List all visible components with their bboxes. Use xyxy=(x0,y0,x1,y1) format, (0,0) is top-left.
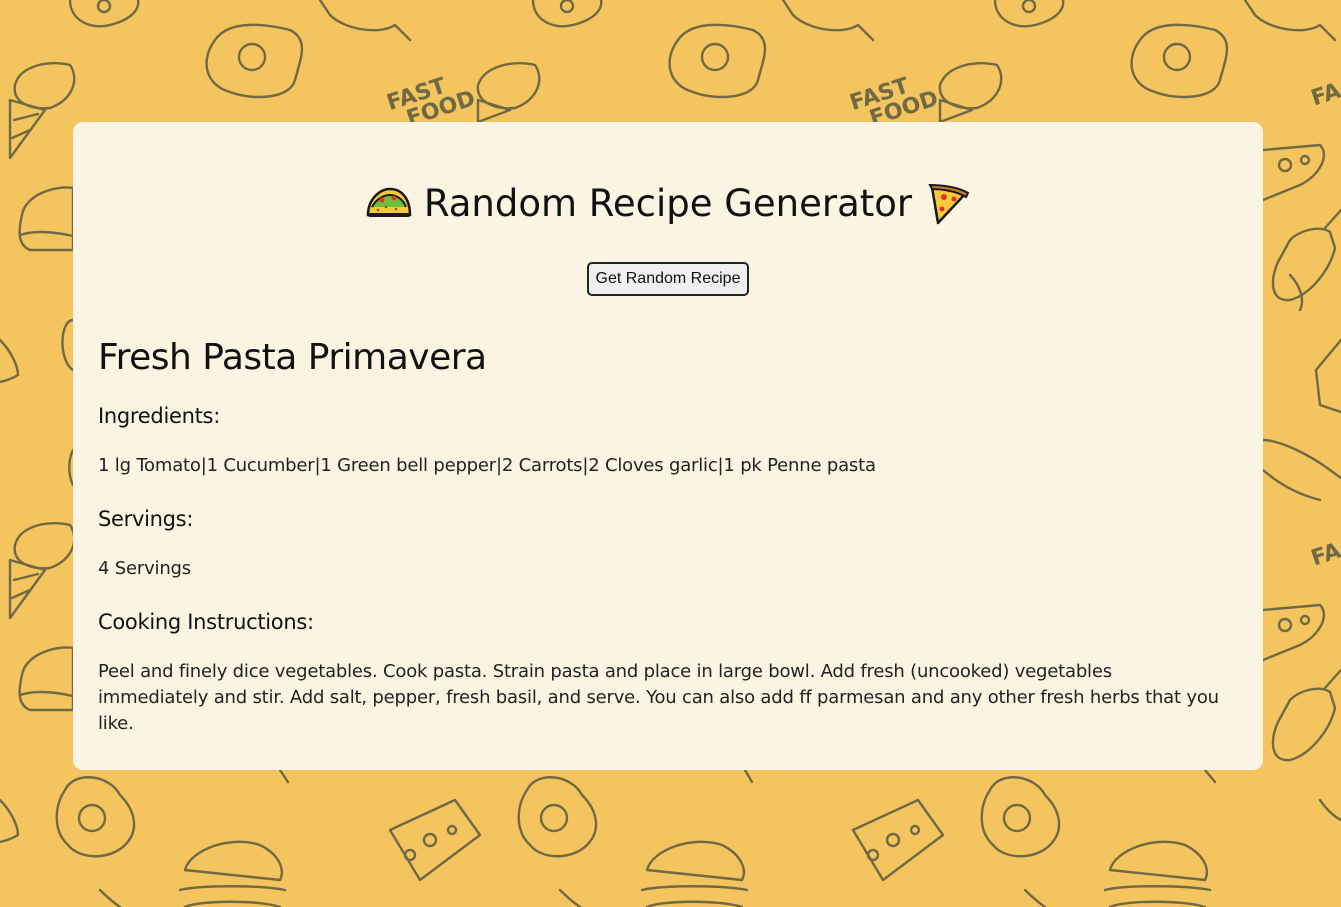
fried-egg-icon xyxy=(205,23,304,99)
burger-icon xyxy=(18,646,75,712)
get-random-recipe-button[interactable]: Get Random Recipe xyxy=(586,262,750,296)
donut-icon xyxy=(531,0,603,28)
ice-cream-cone-icon xyxy=(8,522,76,620)
pizza-slice-icon xyxy=(1261,603,1326,662)
fried-egg-icon xyxy=(1130,23,1229,99)
popsicle-icon xyxy=(318,0,412,42)
fried-egg-icon xyxy=(517,776,598,858)
fried-egg-icon xyxy=(55,776,136,858)
servings-heading: Servings: xyxy=(98,507,194,531)
recipe-name: Fresh Pasta Primavera xyxy=(98,337,487,378)
pizza-slice-icon xyxy=(1261,143,1326,202)
donut-icon xyxy=(993,0,1065,28)
popsicle-icon xyxy=(1243,0,1337,42)
button-row: Get Random Recipe xyxy=(73,262,1263,296)
pizza-icon xyxy=(928,183,970,224)
burger-icon xyxy=(640,840,749,907)
cheese-icon xyxy=(388,798,482,882)
instructions-text: Peel and finely dice vegetables. Cook pa… xyxy=(98,661,1219,734)
cheese-icon xyxy=(851,798,945,882)
ingredients-heading: Ingredients: xyxy=(98,404,220,428)
ice-cream-cone-icon xyxy=(938,62,1003,124)
donut-icon xyxy=(68,0,140,28)
ingredients-text: 1 lg Tomato|1 Cucumber|1 Green bell pepp… xyxy=(98,455,876,476)
recipe-card: Random Recipe Generator Get Random Recip… xyxy=(73,122,1263,770)
recipe-details: Fresh Pasta Primavera Ingredients: 1 lg … xyxy=(98,332,1223,737)
ice-cream-cone-icon xyxy=(8,62,76,160)
servings-text: 4 Servings xyxy=(98,558,191,579)
burger-icon xyxy=(18,186,75,252)
svg-text:FA: FA xyxy=(1308,78,1341,111)
taco-icon xyxy=(366,187,412,217)
ice-cream-cone-icon xyxy=(476,62,541,124)
fried-egg-icon xyxy=(980,776,1061,858)
chicken-leg-icon xyxy=(1271,208,1341,302)
svg-text:FA: FA xyxy=(1308,538,1341,571)
burger-icon xyxy=(178,840,287,907)
instructions-heading: Cooking Instructions: xyxy=(98,610,314,634)
chicken-leg-icon xyxy=(1271,668,1341,762)
popsicle-icon xyxy=(781,0,875,42)
app-title-text: Random Recipe Generator xyxy=(423,182,913,225)
fried-egg-icon xyxy=(668,23,767,99)
burger-icon xyxy=(1103,840,1212,907)
app-title: Random Recipe Generator xyxy=(73,178,1263,230)
